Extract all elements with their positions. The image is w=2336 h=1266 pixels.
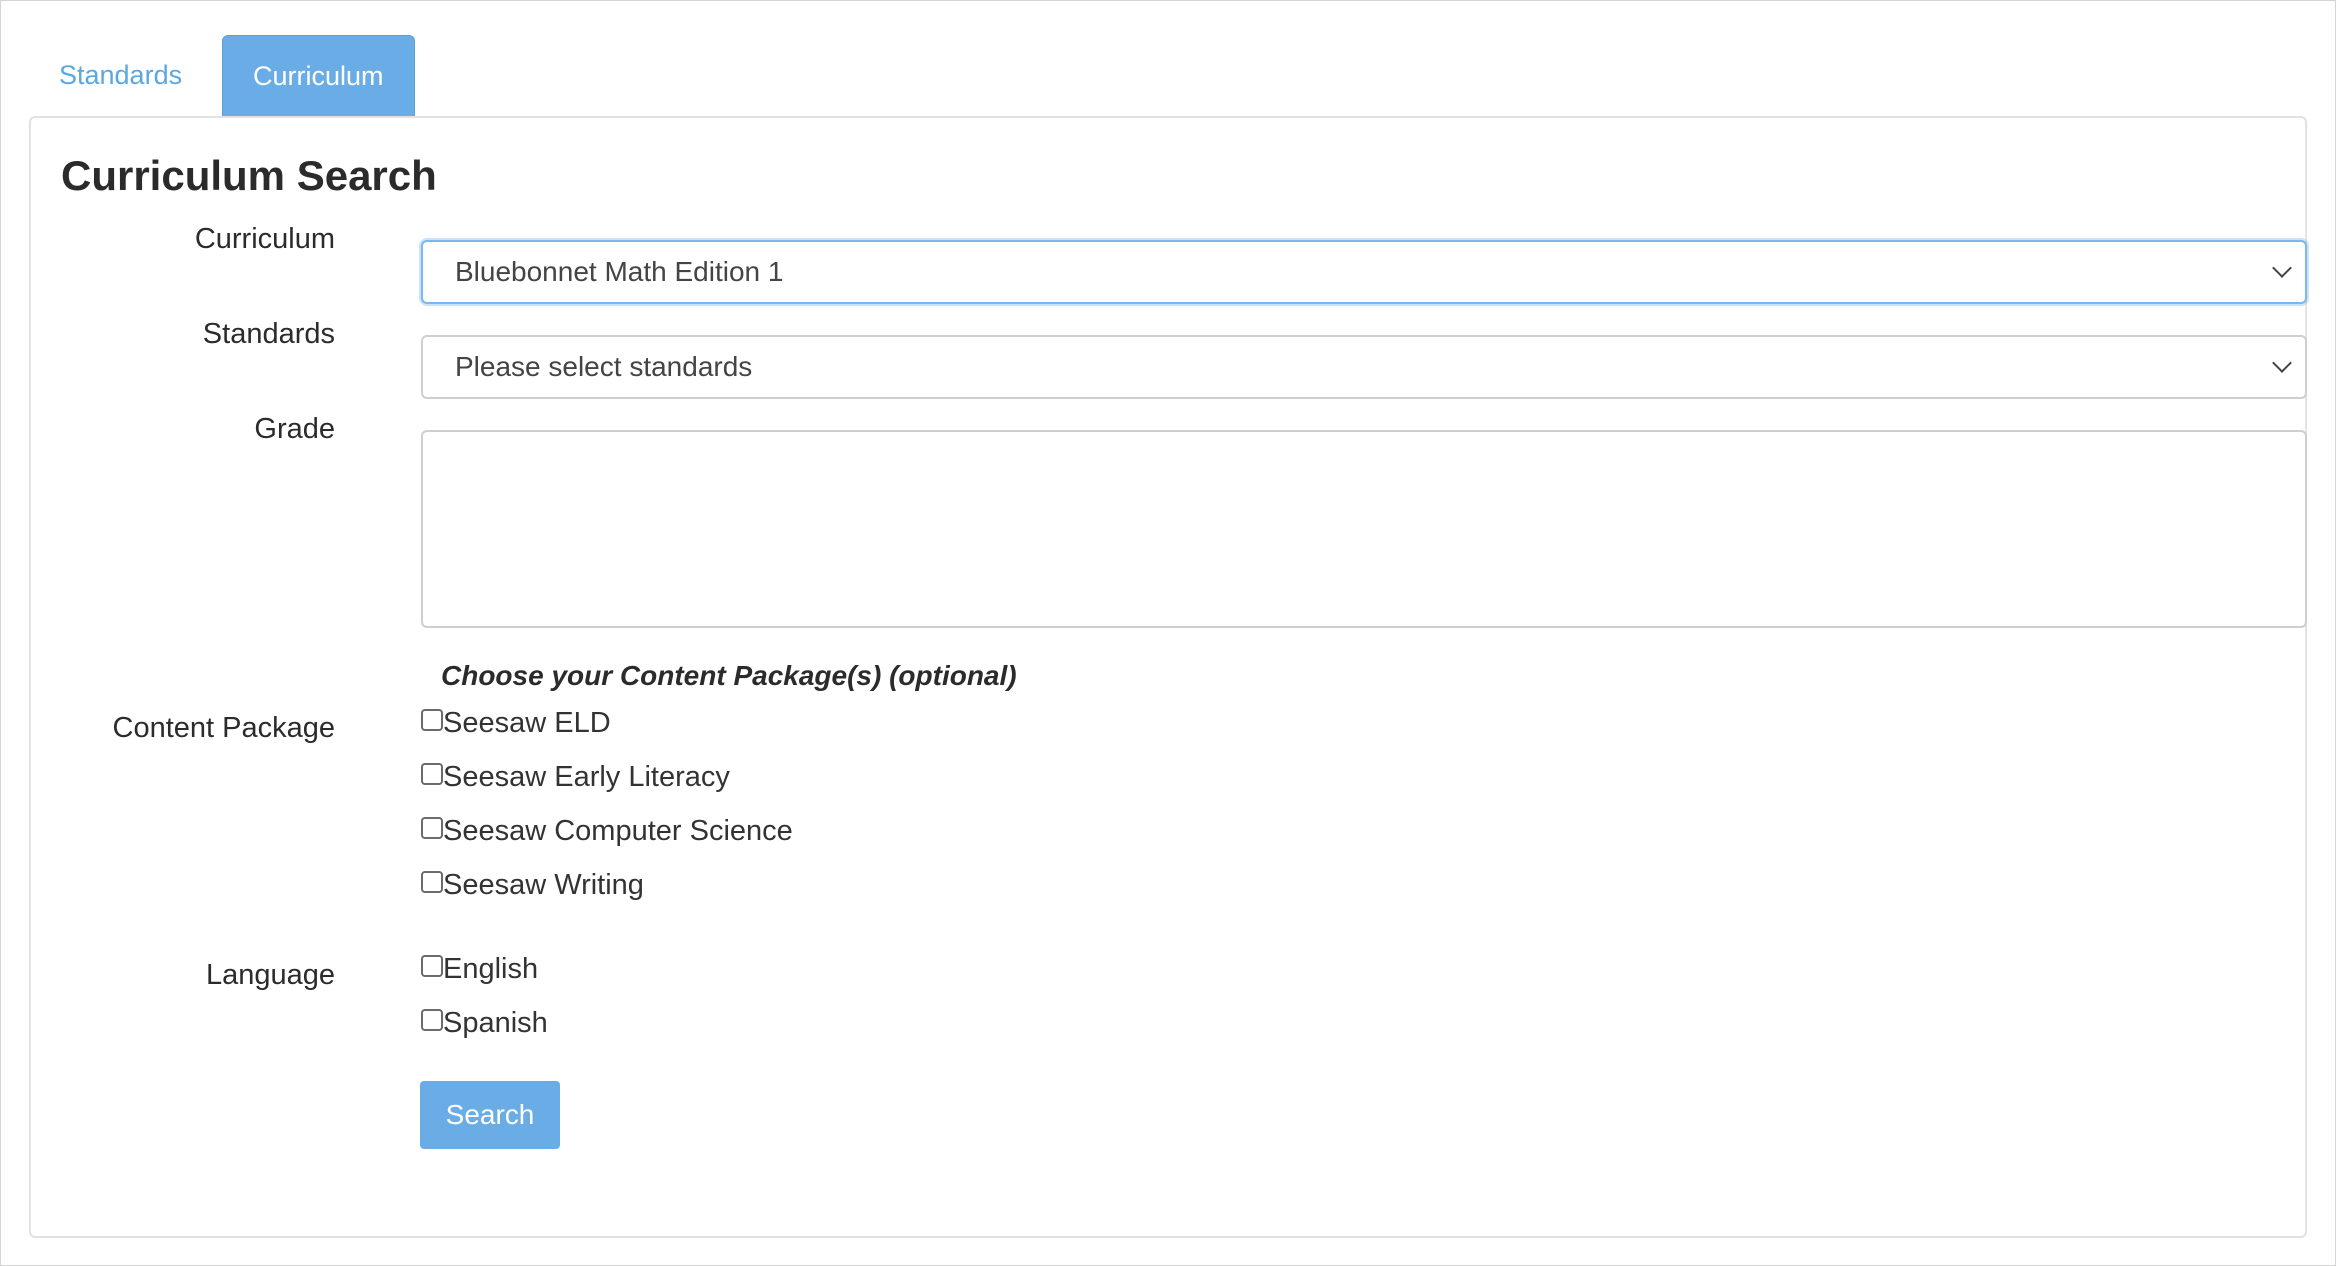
grade-label: Grade — [254, 413, 335, 445]
checkbox-label: Seesaw ELD — [443, 706, 611, 739]
checkbox-label: English — [443, 952, 539, 985]
checkbox-seesaw-writing[interactable] — [421, 871, 443, 893]
content-package-option[interactable]: Seesaw Writing — [421, 865, 644, 905]
checkbox-label: Spanish — [443, 1006, 548, 1039]
content-package-heading: Choose your Content Package(s) (optional… — [441, 660, 1017, 691]
chevron-down-icon — [2272, 353, 2292, 373]
page-title: Curriculum Search — [61, 152, 437, 199]
checkbox-seesaw-eld[interactable] — [421, 709, 443, 731]
tab-curriculum[interactable]: Curriculum — [222, 35, 415, 117]
checkbox-label: Seesaw Early Literacy — [443, 760, 730, 793]
grade-multiselect[interactable] — [421, 430, 2307, 628]
checkbox-label: Seesaw Writing — [443, 868, 644, 901]
checkbox-seesaw-computer-science[interactable] — [421, 817, 443, 839]
standards-select[interactable]: Please select standards — [421, 335, 2307, 399]
curriculum-label: Curriculum — [194, 223, 335, 255]
tab-standards[interactable]: Standards — [29, 35, 212, 115]
curriculum-select-value: Bluebonnet Math Edition 1 — [455, 256, 784, 287]
standards-label: Standards — [202, 318, 335, 350]
checkbox-spanish[interactable] — [421, 1009, 443, 1031]
content-package-option[interactable]: Seesaw Computer Science — [421, 811, 793, 851]
checkbox-seesaw-early-literacy[interactable] — [421, 763, 443, 785]
language-label: Language — [205, 959, 335, 991]
language-option[interactable]: English — [421, 949, 538, 989]
window-frame: Standards Curriculum Curriculum Search C… — [0, 0, 2336, 1266]
language-option[interactable]: Spanish — [421, 1003, 548, 1043]
search-button[interactable]: Search — [420, 1081, 560, 1149]
chevron-down-icon — [2272, 258, 2292, 278]
content-package-option[interactable]: Seesaw Early Literacy — [421, 757, 730, 797]
checkbox-label: Seesaw Computer Science — [443, 814, 793, 847]
content-package-label: Content Package — [112, 712, 335, 744]
content-package-option[interactable]: Seesaw ELD — [421, 703, 611, 743]
standards-select-value: Please select standards — [455, 351, 753, 382]
curriculum-select[interactable]: Bluebonnet Math Edition 1 — [421, 240, 2307, 304]
curriculum-search-panel: Curriculum Search Curriculum Bluebonnet … — [29, 116, 2307, 1238]
checkbox-english[interactable] — [421, 955, 443, 977]
